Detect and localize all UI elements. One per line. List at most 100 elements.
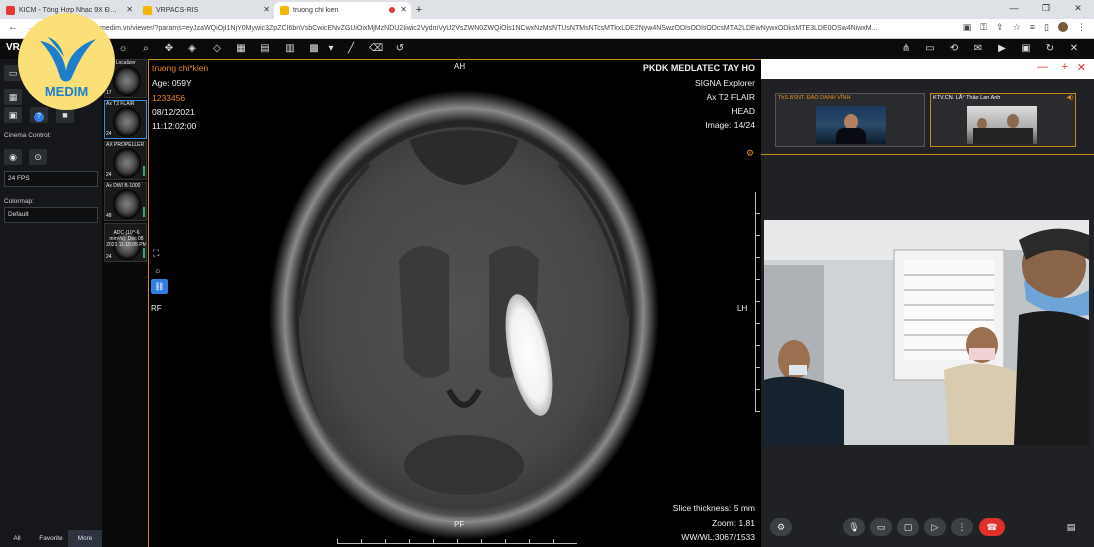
image-index: Image: 14/24 <box>705 120 755 130</box>
colormap-select[interactable]: Default <box>4 207 98 223</box>
participant-tile-active[interactable]: KTV.CN. LÃ° Thảo Lan Anh ◀) <box>930 93 1076 147</box>
refresh-icon[interactable]: ↻ <box>1043 42 1057 56</box>
zoom-icon[interactable]: ⌕ <box>139 42 153 56</box>
institution-name: PKDK MEDLATEC TAY HO <box>642 63 755 73</box>
stop-cine-button[interactable]: ◉ <box>4 149 22 165</box>
reset-icon[interactable]: ↺ <box>393 42 407 56</box>
patient-name: truong chi*kien <box>152 63 209 73</box>
settings-button[interactable]: ⚙ <box>770 518 792 536</box>
series-thumbnail-strip: ane Localizer 17 Ax T2 FLAIR 24 AX PROPE… <box>102 59 148 547</box>
more-options-button[interactable]: ⋮ <box>951 518 973 536</box>
study-time: 11:12:02:00 <box>152 121 197 131</box>
end-call-button[interactable]: ☎ <box>979 518 1005 536</box>
tab-all[interactable]: All <box>0 530 34 547</box>
playlist-icon[interactable]: ≡ <box>1030 22 1035 33</box>
vrpacs-favicon-icon <box>280 6 289 15</box>
share-icon[interactable]: ⋔ <box>899 42 913 56</box>
video-call-icon[interactable]: ▶ <box>995 42 1009 56</box>
avatar[interactable] <box>1058 22 1068 32</box>
video-call-panel: — + ✕ ThS.BSNT. ĐÀO DANH VĨNH KTV.CN. LÃ… <box>761 59 1094 547</box>
close-call-icon[interactable]: ✕ <box>1077 61 1086 74</box>
patient-id: 1233456 <box>152 93 186 103</box>
chat-button[interactable]: ▤ <box>1060 518 1082 536</box>
layout-switch-icon[interactable]: ▣ <box>1019 42 1033 56</box>
participant-tile[interactable]: ThS.BSNT. ĐÀO DANH VĨNH <box>775 93 925 147</box>
close-tab-icon[interactable]: ✕ <box>263 5 270 14</box>
back-icon[interactable]: ← <box>8 22 18 33</box>
close-tab-icon[interactable]: ✕ <box>400 5 407 14</box>
screen-share-button[interactable]: ▢ <box>897 518 919 536</box>
tab-favorite[interactable]: Favorite <box>34 530 68 547</box>
mri-brain-image <box>269 90 659 540</box>
image-viewport[interactable]: truong chi*kien Age: 059Y 1233456 08/12/… <box>148 59 761 547</box>
compare-icon[interactable]: ▥ <box>283 42 297 56</box>
chat-icon[interactable]: ✉ <box>971 42 985 56</box>
sidebar-icon[interactable]: ▯ <box>1044 22 1049 33</box>
star-icon[interactable]: ☆ <box>1013 22 1021 33</box>
grid-icon[interactable]: ▤ <box>258 42 272 56</box>
series-indicator <box>141 207 145 217</box>
ruler-icon[interactable]: ◇ <box>210 42 224 56</box>
expand-call-icon[interactable]: + <box>1062 61 1068 73</box>
participant-name: KTV.CN. LÃ° Thảo Lan Anh <box>933 95 1001 101</box>
thumbnail-image <box>113 107 141 137</box>
close-window-icon[interactable]: ✕ <box>1062 0 1094 19</box>
new-tab-button[interactable]: + <box>411 2 427 19</box>
play-cine-button[interactable]: ⊙ <box>29 149 47 165</box>
fps-select[interactable]: 24 FPS <box>4 171 98 187</box>
play-button[interactable]: ▷ <box>924 518 946 536</box>
speaker-icon: ◀) <box>1066 95 1073 101</box>
recording-icon <box>389 7 395 13</box>
close-tab-icon[interactable]: ✕ <box>126 5 133 14</box>
link-sync-button[interactable]: ⛓ <box>151 279 168 294</box>
window-level: WW/WL:3067/1533 <box>681 532 755 542</box>
menu-icon[interactable]: ⋮ <box>1077 22 1086 33</box>
close-icon[interactable]: ✕ <box>1067 42 1081 56</box>
url-field[interactable]: medim.vn/viewer/?params=eyJzaWQiOjI1NjY0… <box>100 22 960 36</box>
tab-more[interactable]: More <box>68 530 102 547</box>
minimize-icon[interactable]: — <box>998 0 1030 19</box>
monitor-icon: ▢ <box>903 522 913 532</box>
line-measure-icon[interactable]: ╱ <box>344 42 358 56</box>
history-icon[interactable]: ⟲ <box>947 42 961 56</box>
participant-name: ThS.BSNT. ĐÀO DANH VĨNH <box>778 95 851 101</box>
thumbnail-image <box>113 189 141 219</box>
series-thumbnail[interactable]: Ax DWI B-1000 48 <box>104 182 147 221</box>
tab-label: truong chi kien <box>293 7 339 14</box>
series-thumbnail[interactable]: AX PROPELLER 24 <box>104 141 147 180</box>
chevron-down-icon[interactable]: ▾ <box>324 42 338 56</box>
pan-icon[interactable]: ✥ <box>162 42 176 56</box>
fullscreen-icon[interactable]: ⛶ <box>153 248 159 259</box>
medim-logo: MEDIM <box>18 13 115 110</box>
pacs-app: VR ☼ ⌕ ✥ ◈ ◇ ▦ ▤ ▥ ▩ ▾ ╱ ⌫ ↺ ⋔ ▭ ⟲ ✉ ▶ ▣… <box>0 39 1094 547</box>
share-icon[interactable]: ⇪ <box>996 22 1004 33</box>
series-thumbnail[interactable]: ADC (10^-6 mm²/s): Dec 08 2021 11:15:05 … <box>104 223 147 262</box>
camera-icon: ▭ <box>876 522 886 532</box>
series-layout-icon[interactable]: ▩ <box>307 42 321 56</box>
restore-icon[interactable]: ❐ <box>1030 0 1062 19</box>
patient-age: Age: 059Y <box>152 78 192 88</box>
minimize-call-icon[interactable]: — <box>1037 61 1048 73</box>
horizontal-scale-ruler <box>337 539 577 544</box>
browser-tab-patient[interactable]: truong chi kien ✕ <box>274 2 411 19</box>
browser-tab-vrpacs[interactable]: VRPACS-RIS ✕ <box>137 2 274 19</box>
hangup-icon: ☎ <box>986 522 998 532</box>
stack-icon[interactable]: ◈ <box>185 42 199 56</box>
body-part: HEAD <box>731 106 755 116</box>
camera-button[interactable]: ▭ <box>870 518 892 536</box>
eraser-icon[interactable]: ⌫ <box>369 42 383 56</box>
series-count: 24 <box>106 131 112 137</box>
camera-icon[interactable]: ▣ <box>963 22 972 33</box>
participant-video <box>967 106 1037 144</box>
layout-icon[interactable]: ▦ <box>234 42 248 56</box>
report-icon[interactable]: ▭ <box>923 42 937 56</box>
key-icon[interactable]: ⚿ <box>980 22 987 33</box>
window-controls: — ❐ ✕ <box>998 0 1094 19</box>
brightness-icon[interactable]: ☼ <box>116 42 130 56</box>
gear-icon[interactable]: ⚙ <box>746 148 754 159</box>
mic-button[interactable]: 🎙 <box>843 518 865 536</box>
sequence-name: Ax T2 FLAIR <box>706 92 756 102</box>
brightness-small-icon[interactable]: ☼ <box>154 266 161 275</box>
thumbnail-image <box>113 148 141 178</box>
address-bar: ← → ↻ 🔒 medim.vn/viewer/?params=eyJzaWQi… <box>0 19 1094 39</box>
